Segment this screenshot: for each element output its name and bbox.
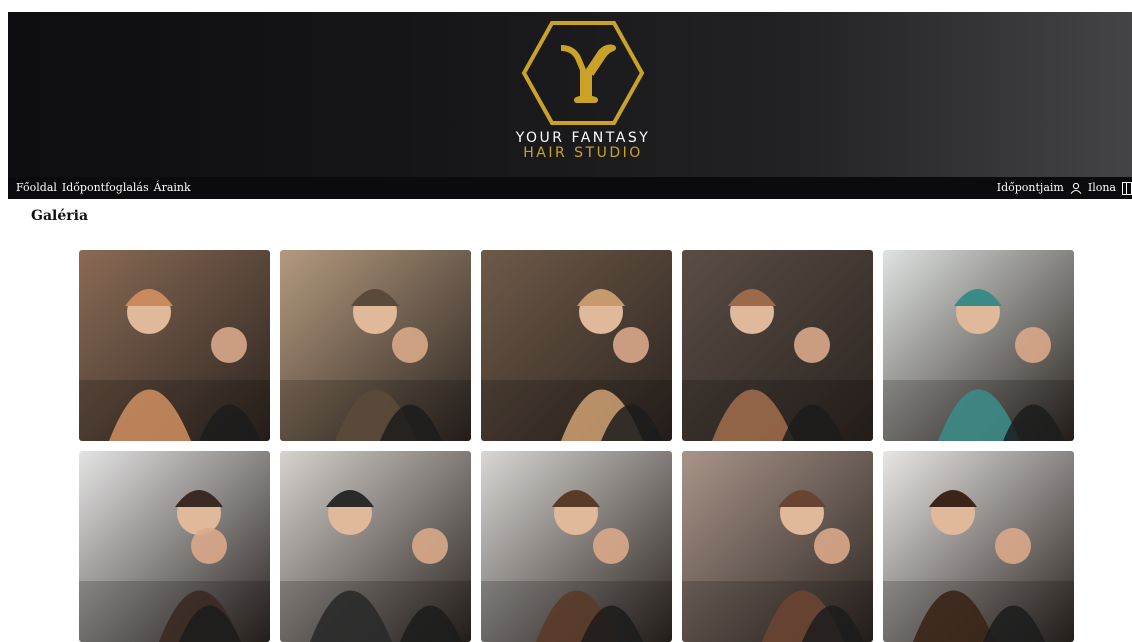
gallery-grid <box>79 250 1074 642</box>
header-banner: YOUR FANTASY HAIR STUDIO <box>8 12 1132 177</box>
masked-hairdresser-photo <box>883 451 1074 642</box>
user-icon[interactable] <box>1070 182 1082 194</box>
brand-name: YOUR FANTASY <box>515 130 651 146</box>
user-name[interactable]: Ilona <box>1088 177 1116 199</box>
gallery-photo[interactable] <box>481 250 672 441</box>
gallery-photo[interactable] <box>682 451 873 642</box>
nav-links: Főoldal Időpontfoglalás Áraink <box>16 177 191 199</box>
bright-salon-interior-photo <box>883 250 1074 441</box>
hexagon-y-logo-icon <box>521 21 645 125</box>
salon-interior-photo <box>280 250 471 441</box>
stylist-and-client-photo <box>682 451 873 642</box>
gallery-photo[interactable] <box>883 451 1074 642</box>
page-title: Galéria <box>31 208 89 224</box>
gallery-photo[interactable] <box>883 250 1074 441</box>
nav-link-prices[interactable]: Áraink <box>154 177 191 199</box>
nav-user-area: Időpontjaim Ilona <box>997 177 1132 199</box>
gallery-photo[interactable] <box>280 250 471 441</box>
gallery-photo[interactable] <box>682 250 873 441</box>
masked-barber-photo <box>481 451 672 642</box>
nav-link-my-appointments[interactable]: Időpontjaim <box>997 177 1064 199</box>
gallery-photo[interactable] <box>280 451 471 642</box>
stylist-curly-hair-photo <box>682 250 873 441</box>
gallery-photo[interactable] <box>481 451 672 642</box>
masked-stylist-photo <box>79 451 270 642</box>
barber-with-client-photo <box>79 250 270 441</box>
nav-link-home[interactable]: Főoldal <box>16 177 57 199</box>
top-navbar: Főoldal Időpontfoglalás Áraink Időpontja… <box>8 177 1132 199</box>
brand-subtitle: HAIR STUDIO <box>523 145 643 161</box>
barber-shop-photo <box>280 451 471 642</box>
nav-link-booking[interactable]: Időpontfoglalás <box>62 177 149 199</box>
gallery-photo[interactable] <box>79 250 270 441</box>
gallery-photo[interactable] <box>79 451 270 642</box>
panel-icon[interactable] <box>1122 181 1132 195</box>
barber-cutting-hair-photo <box>481 250 672 441</box>
